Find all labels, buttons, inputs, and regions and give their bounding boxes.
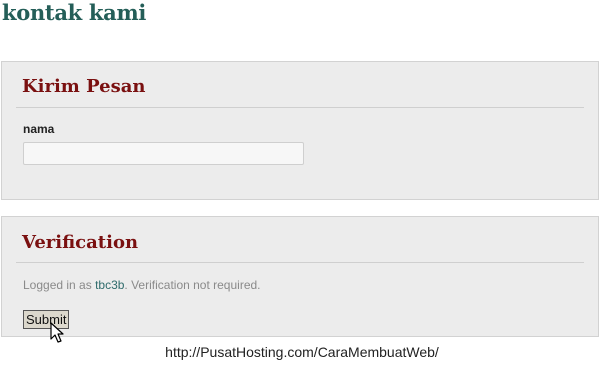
name-input[interactable]	[23, 142, 304, 165]
login-suffix: . Verification not required.	[124, 278, 261, 292]
verification-panel-heading: Verification	[22, 232, 139, 253]
page-title: kontak kami	[2, 0, 147, 25]
message-panel: Kirim Pesan nama	[1, 61, 599, 200]
heading-divider	[16, 107, 584, 108]
login-prefix: Logged in as	[23, 278, 96, 292]
footer-url: http://PusatHosting.com/CaraMembuatWeb/	[165, 344, 439, 360]
mouse-pointer-icon	[50, 322, 64, 343]
message-panel-heading: Kirim Pesan	[22, 76, 146, 97]
verification-panel: Verification Logged in as tbc3b. Verific…	[1, 216, 599, 337]
name-field-label: nama	[23, 122, 55, 136]
username-link[interactable]: tbc3b	[95, 278, 124, 292]
login-status-text: Logged in as tbc3b. Verification not req…	[23, 278, 261, 292]
heading-divider	[16, 262, 584, 263]
